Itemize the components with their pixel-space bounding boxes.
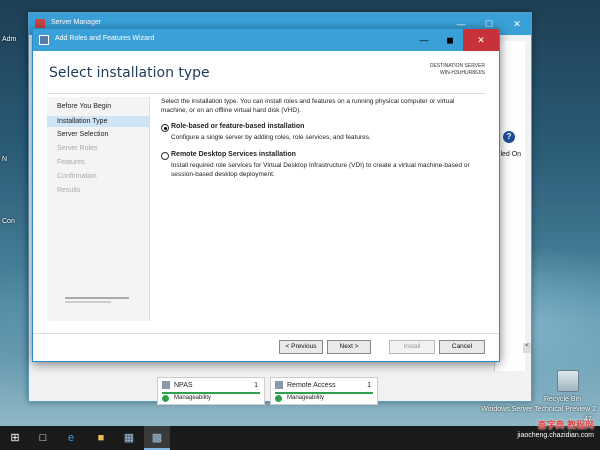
tile-status-bar <box>162 392 260 394</box>
file-explorer-icon[interactable]: ■ <box>88 426 114 450</box>
server-manager-title: Server Manager <box>51 19 102 26</box>
previous-button[interactable]: < Previous <box>279 340 323 354</box>
server-manager-tiles: NPAS 1 Manageability Remote Access 1 Man… <box>157 377 497 405</box>
page-title: Select installation type <box>49 65 210 81</box>
footer-divider <box>33 333 499 334</box>
option-description: Configure a single server by adding role… <box>171 134 371 141</box>
wizard-app-icon <box>39 35 49 45</box>
scroll-arrow-icon[interactable]: < <box>523 343 531 353</box>
nav-before-you-begin[interactable]: Before You Begin <box>57 103 111 110</box>
role-tile-remote-access[interactable]: Remote Access 1 Manageability <box>270 377 378 405</box>
wizard-step-nav: Before You Begin Installation Type Serve… <box>47 97 150 321</box>
recycle-bin-icon[interactable] <box>557 370 579 392</box>
wizard-titlebar[interactable]: Add Roles and Features Wizard — ◼ ✕ <box>33 29 499 51</box>
destination-server-label: DESTINATION SERVER <box>429 63 485 69</box>
nav-progress-track <box>65 297 129 299</box>
header-divider <box>47 93 485 94</box>
cancel-button[interactable]: Cancel <box>439 340 485 354</box>
next-button[interactable]: Next > <box>327 340 371 354</box>
nav-results: Results <box>57 187 81 194</box>
option-title[interactable]: Remote Desktop Services installation <box>171 151 296 158</box>
option-title[interactable]: Role-based or feature-based installation <box>171 123 304 130</box>
tile-status[interactable]: Manageability <box>287 395 324 401</box>
tile-status[interactable]: Manageability <box>174 395 211 401</box>
option-description: Install required role services for Virtu… <box>171 162 470 178</box>
desktop-label-con[interactable]: Con <box>2 218 15 225</box>
tile-name: NPAS <box>174 382 193 389</box>
recycle-bin-label[interactable]: Recycle Bin <box>544 396 581 403</box>
os-version-text: Windows Server Technical Preview 2 <box>481 406 596 413</box>
maximize-button[interactable]: ◼ <box>437 29 463 51</box>
install-button[interactable]: Install <box>389 340 435 354</box>
destination-server-value: WIN-H3UHUR86JIS <box>439 70 485 76</box>
task-view-icon[interactable]: □ <box>30 426 56 450</box>
tile-count: 1 <box>254 382 258 389</box>
nav-server-selection[interactable]: Server Selection <box>57 131 108 138</box>
watermark-url: jiaocheng.chazidian.com <box>517 432 594 439</box>
status-ok-icon <box>275 395 282 402</box>
nav-progress-track <box>65 301 111 303</box>
close-button[interactable]: ✕ <box>503 13 531 35</box>
taskbar: ⊞ □ e ■ ▦ ▩ <box>0 426 600 450</box>
radio-selected-icon[interactable] <box>161 124 169 132</box>
status-ok-icon <box>162 395 169 402</box>
tile-name: Remote Access <box>287 382 336 389</box>
desktop-label-n[interactable]: N <box>2 156 7 163</box>
start-button[interactable]: ⊞ <box>2 426 28 450</box>
nav-installation-type[interactable]: Installation Type <box>47 116 149 127</box>
edge-browser-icon[interactable]: e <box>58 426 84 450</box>
intro-text: Select the installation type. You can in… <box>161 98 455 114</box>
server-manager-taskbar-icon[interactable]: ▦ <box>116 426 142 450</box>
watermark-text: 查字典 教程网 <box>537 420 594 430</box>
close-button[interactable]: ✕ <box>463 29 499 51</box>
minimize-button[interactable]: — <box>411 29 437 51</box>
add-roles-wizard-dialog: Add Roles and Features Wizard — ◼ ✕ Sele… <box>32 28 500 362</box>
remote-access-icon <box>275 381 283 389</box>
tile-status-bar <box>275 392 373 394</box>
npas-icon <box>162 381 170 389</box>
nav-server-roles: Server Roles <box>57 145 98 152</box>
nav-confirmation: Confirmation <box>57 173 97 180</box>
role-tile-npas[interactable]: NPAS 1 Manageability <box>157 377 265 405</box>
help-icon[interactable]: ? <box>503 131 515 143</box>
wizard-title: Add Roles and Features Wizard <box>55 35 155 42</box>
radio-unselected-icon[interactable] <box>161 152 169 160</box>
nav-features: Features <box>57 159 85 166</box>
desktop-label-admin[interactable]: Adm <box>2 36 16 43</box>
tile-count: 1 <box>367 382 371 389</box>
wizard-taskbar-icon[interactable]: ▩ <box>144 426 170 450</box>
